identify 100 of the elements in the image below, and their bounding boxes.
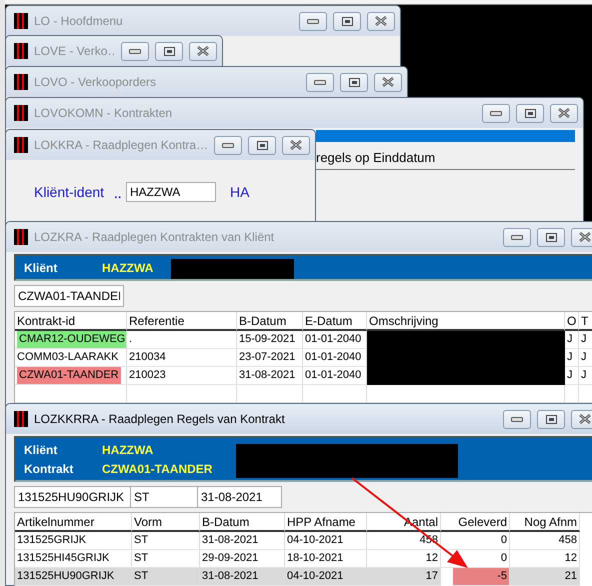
field-label: Kliënt-ident [34, 184, 106, 200]
app-logo-icon [14, 43, 28, 59]
highlighted-value: CMAR12-OUDEWEG [17, 331, 126, 348]
minimize-icon [307, 18, 319, 24]
table-cell: J [579, 349, 592, 367]
close-button[interactable] [550, 104, 578, 122]
table-cell: 04-10-2021 [285, 532, 367, 550]
minimize-icon [511, 234, 523, 240]
option-label: regels op Einddatum [316, 150, 575, 170]
table-cell: 31-08-2021 [237, 367, 303, 385]
filter-field[interactable]: CZWA01-TAANDEI [14, 285, 124, 307]
table-cell: ST [132, 550, 200, 568]
close-icon [579, 414, 591, 424]
lookup-dots[interactable]: ‥ [114, 182, 126, 202]
minimize-icon [129, 48, 141, 54]
table-cell: 17 [367, 568, 441, 586]
close-icon [375, 16, 387, 26]
header-value: HAZZWA [102, 260, 154, 274]
maximize-icon [546, 232, 556, 242]
table-cell: 12 [367, 550, 441, 568]
table-cell: 29-09-2021 [200, 550, 285, 568]
app-logo-icon [14, 411, 28, 427]
highlighted-value: CZWA01-TAANDER [17, 367, 121, 384]
table-cell: 131525GRIJK [15, 532, 132, 550]
table-cell: 01-01-2040 [303, 331, 367, 349]
table-cell: 15-09-2021 [237, 331, 303, 349]
close-icon [290, 140, 302, 150]
app-logo-icon [14, 105, 28, 121]
table-cell: -5 [453, 568, 510, 586]
minimize-button[interactable] [214, 136, 242, 154]
header-label: Kontrakt [24, 462, 74, 476]
close-icon [382, 77, 394, 87]
table-cell: J [579, 367, 592, 385]
maximize-button[interactable] [537, 228, 565, 246]
maximize-button[interactable] [516, 104, 544, 122]
close-button[interactable] [189, 42, 217, 60]
table-cell: 31-08-2021 [200, 568, 285, 586]
table-cell: 0 [441, 532, 510, 550]
maximize-icon [348, 78, 360, 86]
minimize-button[interactable] [482, 104, 510, 122]
app-logo-icon [14, 229, 28, 245]
header-value: HAZZWA [102, 442, 154, 456]
minimize-button[interactable] [121, 42, 149, 60]
client-ident-field[interactable]: HAZZWA [126, 182, 216, 202]
maximize-icon [164, 46, 174, 56]
table-cell: 23-07-2021 [237, 349, 303, 367]
table-cell: 12 [510, 550, 580, 568]
table-cell: 31-08-2021 [200, 532, 285, 550]
table-cell: 01-01-2040 [303, 367, 367, 385]
minimize-icon [511, 416, 523, 422]
window-title: LOVE - Verko… [34, 44, 115, 58]
table-cell: 18-10-2021 [285, 550, 367, 568]
minimize-icon [490, 110, 502, 116]
window-title: LOZKKRRA - Raadplegen Regels van Kontrakt [34, 412, 286, 426]
table-cell: COMM03-LAARAKK [15, 349, 127, 367]
maximize-icon [546, 414, 556, 424]
table-cell: 21 [510, 568, 580, 586]
maximize-button[interactable] [333, 12, 361, 30]
table-cell: J [565, 331, 579, 349]
minimize-icon [222, 142, 234, 148]
close-button[interactable] [571, 410, 592, 428]
header-label: Kliënt [24, 260, 58, 274]
client-name: HA [230, 184, 250, 200]
minimize-button[interactable] [306, 72, 334, 92]
header-label: Kliënt [24, 442, 58, 456]
window-title: LOVO - Verkooporders [34, 75, 158, 89]
window-title: LO - Hoofdmenu [34, 14, 124, 28]
window-title: LOZKRA - Raadplegen Kontrakten van Kliënt [34, 230, 276, 244]
minimize-button[interactable] [503, 228, 531, 246]
close-button[interactable] [367, 12, 395, 30]
table-cell: J [565, 349, 579, 367]
app-logo-icon [14, 13, 28, 29]
app-logo-icon [14, 137, 28, 153]
minimize-button[interactable] [503, 410, 531, 428]
window-title: LOKKRA - Raadplegen Kontra… [34, 138, 208, 152]
close-button[interactable] [374, 72, 402, 92]
filter-field[interactable]: 131525HU90GRIJK [14, 486, 131, 508]
close-icon [579, 232, 591, 242]
table-cell: 210034 [127, 349, 237, 367]
filter-field[interactable]: 31-08-2021 [197, 486, 282, 508]
table-cell: J [579, 331, 592, 349]
table-cell: 458 [510, 532, 580, 550]
table-cell: 04-10-2021 [285, 568, 367, 586]
close-button[interactable] [282, 136, 310, 154]
maximize-button[interactable] [155, 42, 183, 60]
minimize-icon [314, 80, 326, 84]
close-icon [197, 46, 209, 56]
table-cell: 131525HU90GRIJK [15, 568, 132, 586]
table-cell: 210023 [127, 367, 237, 385]
filter-field[interactable]: ST [130, 486, 198, 508]
table-cell: ST [132, 568, 200, 586]
table-cell: . [127, 331, 237, 349]
table-cell: 131525HI45GRIJK [15, 550, 132, 568]
minimize-button[interactable] [299, 12, 327, 30]
maximize-button[interactable] [248, 136, 276, 154]
table-cell: ST [132, 532, 200, 550]
maximize-button[interactable] [340, 72, 368, 92]
header-value: CZWA01-TAANDER [102, 462, 212, 476]
close-button[interactable] [571, 228, 592, 246]
maximize-button[interactable] [537, 410, 565, 428]
